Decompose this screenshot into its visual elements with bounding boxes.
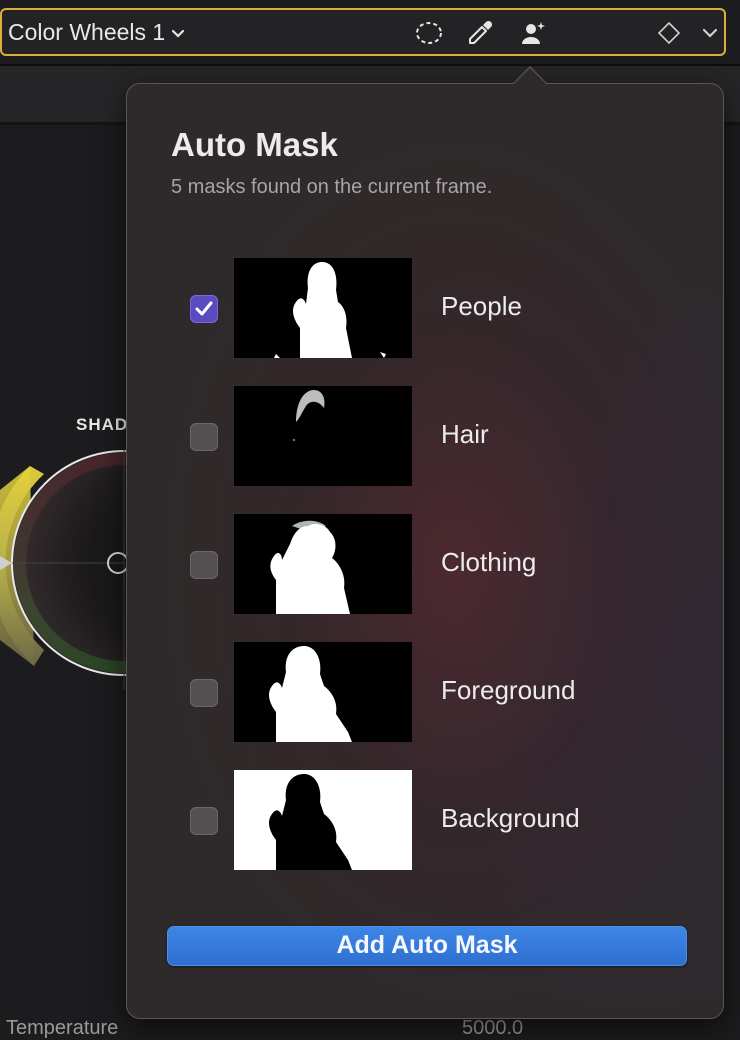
mask-checkbox[interactable] (190, 807, 218, 835)
mask-row-background[interactable]: Background (127, 770, 725, 870)
popover-subtitle: 5 masks found on the current frame. (171, 176, 493, 198)
mask-label: Foreground (441, 675, 576, 705)
mask-row-clothing[interactable]: Clothing (127, 514, 725, 614)
mask-row-people[interactable]: People (127, 258, 725, 358)
effect-header-bar: Color Wheels 1 (0, 8, 726, 56)
chevron-down-icon (172, 29, 185, 38)
mask-thumbnail-hair (234, 386, 412, 486)
keyframe-diamond-icon (657, 21, 681, 45)
eyedropper-icon (469, 20, 493, 44)
add-auto-mask-button[interactable]: Add Auto Mask (167, 926, 687, 966)
mask-checkbox[interactable] (190, 423, 218, 451)
effect-name-label: Color Wheels 1 (8, 19, 166, 45)
mask-thumbnail-clothing (234, 514, 412, 614)
mask-checkbox[interactable] (190, 551, 218, 579)
popover-title: Auto Mask (171, 126, 338, 163)
mask-circle-icon (416, 22, 442, 44)
popover-arrow-fill (514, 68, 546, 84)
temperature-value[interactable]: 5000.0 (462, 1017, 523, 1040)
chevron-down-icon (702, 28, 718, 38)
mask-checkbox[interactable] (190, 679, 218, 707)
mask-checkbox[interactable] (190, 295, 218, 323)
mask-circle-button[interactable] (415, 19, 443, 47)
mask-label: Hair (441, 419, 489, 449)
mask-label: Background (441, 803, 580, 833)
color-picker-button[interactable] (466, 19, 494, 47)
mask-thumbnail-background (234, 770, 412, 870)
mask-label: Clothing (441, 547, 537, 577)
mask-row-foreground[interactable]: Foreground (127, 642, 725, 742)
temperature-label: Temperature (6, 1017, 119, 1039)
checkmark-icon (195, 301, 213, 316)
mask-thumbnail-people (234, 258, 412, 358)
shadows-wheel-label: SHAD (76, 415, 129, 434)
auto-mask-button[interactable] (520, 19, 548, 47)
keyframe-button[interactable] (655, 19, 683, 47)
shadows-color-wheel[interactable] (0, 450, 130, 690)
mask-row-hair[interactable]: Hair (127, 386, 725, 486)
options-dropdown-button[interactable] (696, 19, 724, 47)
auto-mask-person-icon (522, 22, 545, 44)
auto-mask-popover: Auto Mask 5 masks found on the current f… (126, 83, 724, 1019)
mask-label: People (441, 291, 522, 321)
effect-name-menu[interactable]: Color Wheels 1 (8, 19, 185, 46)
mask-thumbnail-foreground (234, 642, 412, 742)
